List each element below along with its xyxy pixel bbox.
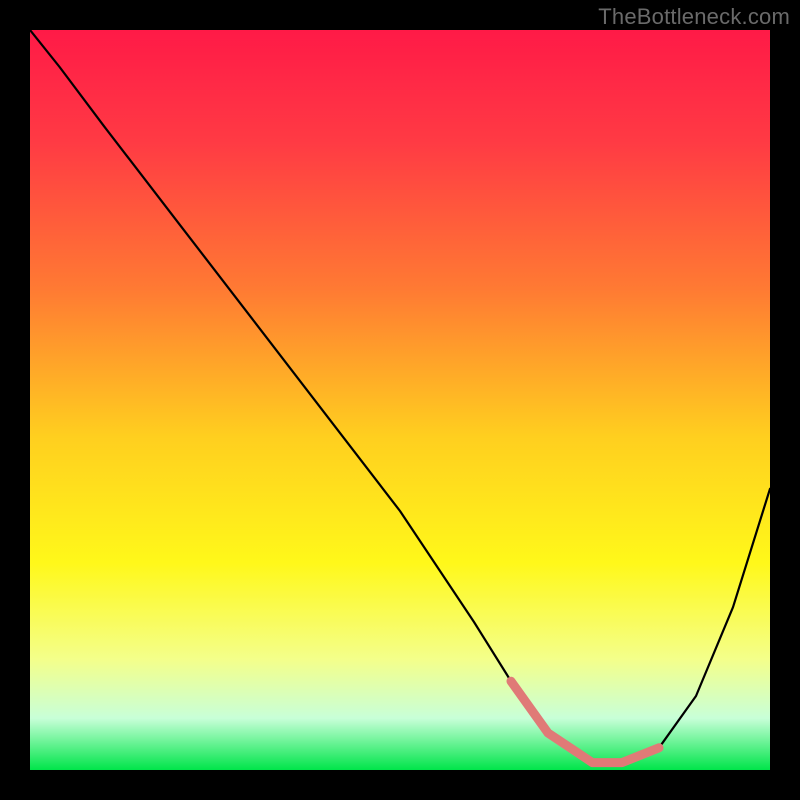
plot-area	[30, 30, 770, 770]
chart-svg	[30, 30, 770, 770]
watermark-text: TheBottleneck.com	[598, 4, 790, 30]
chart-frame: TheBottleneck.com	[0, 0, 800, 800]
gradient-bg	[30, 30, 770, 770]
